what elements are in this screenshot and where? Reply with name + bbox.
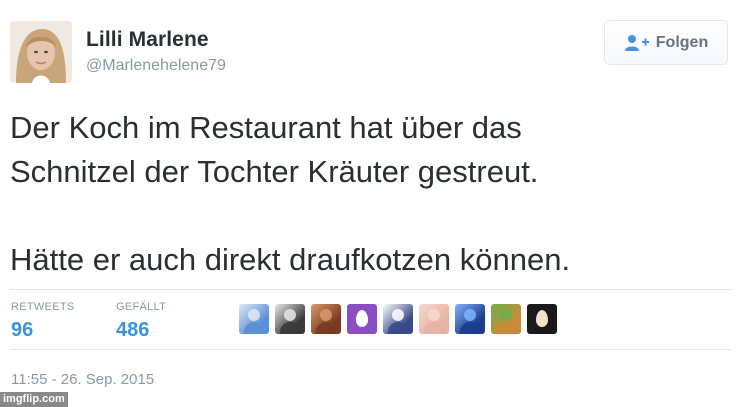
add-user-icon bbox=[624, 34, 649, 51]
pixel-character-avatar[interactable] bbox=[383, 304, 413, 334]
likes-count: 486 bbox=[116, 319, 150, 341]
follow-button[interactable]: Folgen bbox=[604, 20, 728, 65]
user-name[interactable]: Lilli Marlene bbox=[86, 28, 209, 52]
avatar[interactable] bbox=[10, 21, 72, 83]
likes-stat[interactable]: GEFÄLLT 486 bbox=[116, 301, 166, 342]
tweet-timestamp[interactable]: 11:55 - 26. Sep. 2015 bbox=[11, 371, 154, 388]
divider bbox=[10, 289, 732, 290]
profile-photo-icon bbox=[10, 21, 72, 83]
tweet-line: Schnitzel der Tochter Kräuter gestreut. bbox=[10, 154, 539, 189]
user-handle[interactable]: @Marlenehelene79 bbox=[86, 57, 226, 75]
purple-egg-avatar[interactable] bbox=[347, 304, 377, 334]
follow-button-label: Folgen bbox=[655, 33, 709, 51]
tweet-text: Der Koch im Restaurant hat über das Schn… bbox=[10, 106, 730, 282]
retweets-stat[interactable]: RETWEETS 96 bbox=[11, 301, 75, 342]
blue-figure-avatar[interactable] bbox=[239, 304, 269, 334]
likes-label: GEFÄLLT bbox=[116, 301, 167, 313]
divider bbox=[10, 349, 732, 350]
skin-closeup-avatar[interactable] bbox=[419, 304, 449, 334]
tweet-card: Lilli Marlene @Marlenehelene79 Folgen De… bbox=[0, 0, 743, 407]
black-white-portrait-avatar[interactable] bbox=[275, 304, 305, 334]
tweet-line: Der Koch im Restaurant hat über das bbox=[10, 110, 522, 145]
blue-negative-avatar[interactable] bbox=[455, 304, 485, 334]
watermark: imgflip.com bbox=[0, 392, 68, 407]
cartoon-character-avatar[interactable] bbox=[491, 304, 521, 334]
retweets-count: 96 bbox=[11, 319, 34, 341]
man-portrait-avatar[interactable] bbox=[311, 304, 341, 334]
egg-on-black-avatar[interactable] bbox=[527, 304, 557, 334]
retweets-label: RETWEETS bbox=[11, 301, 75, 313]
tweet-line: Hätte er auch direkt draufkotzen können. bbox=[10, 242, 571, 277]
liker-avatars bbox=[239, 304, 557, 334]
